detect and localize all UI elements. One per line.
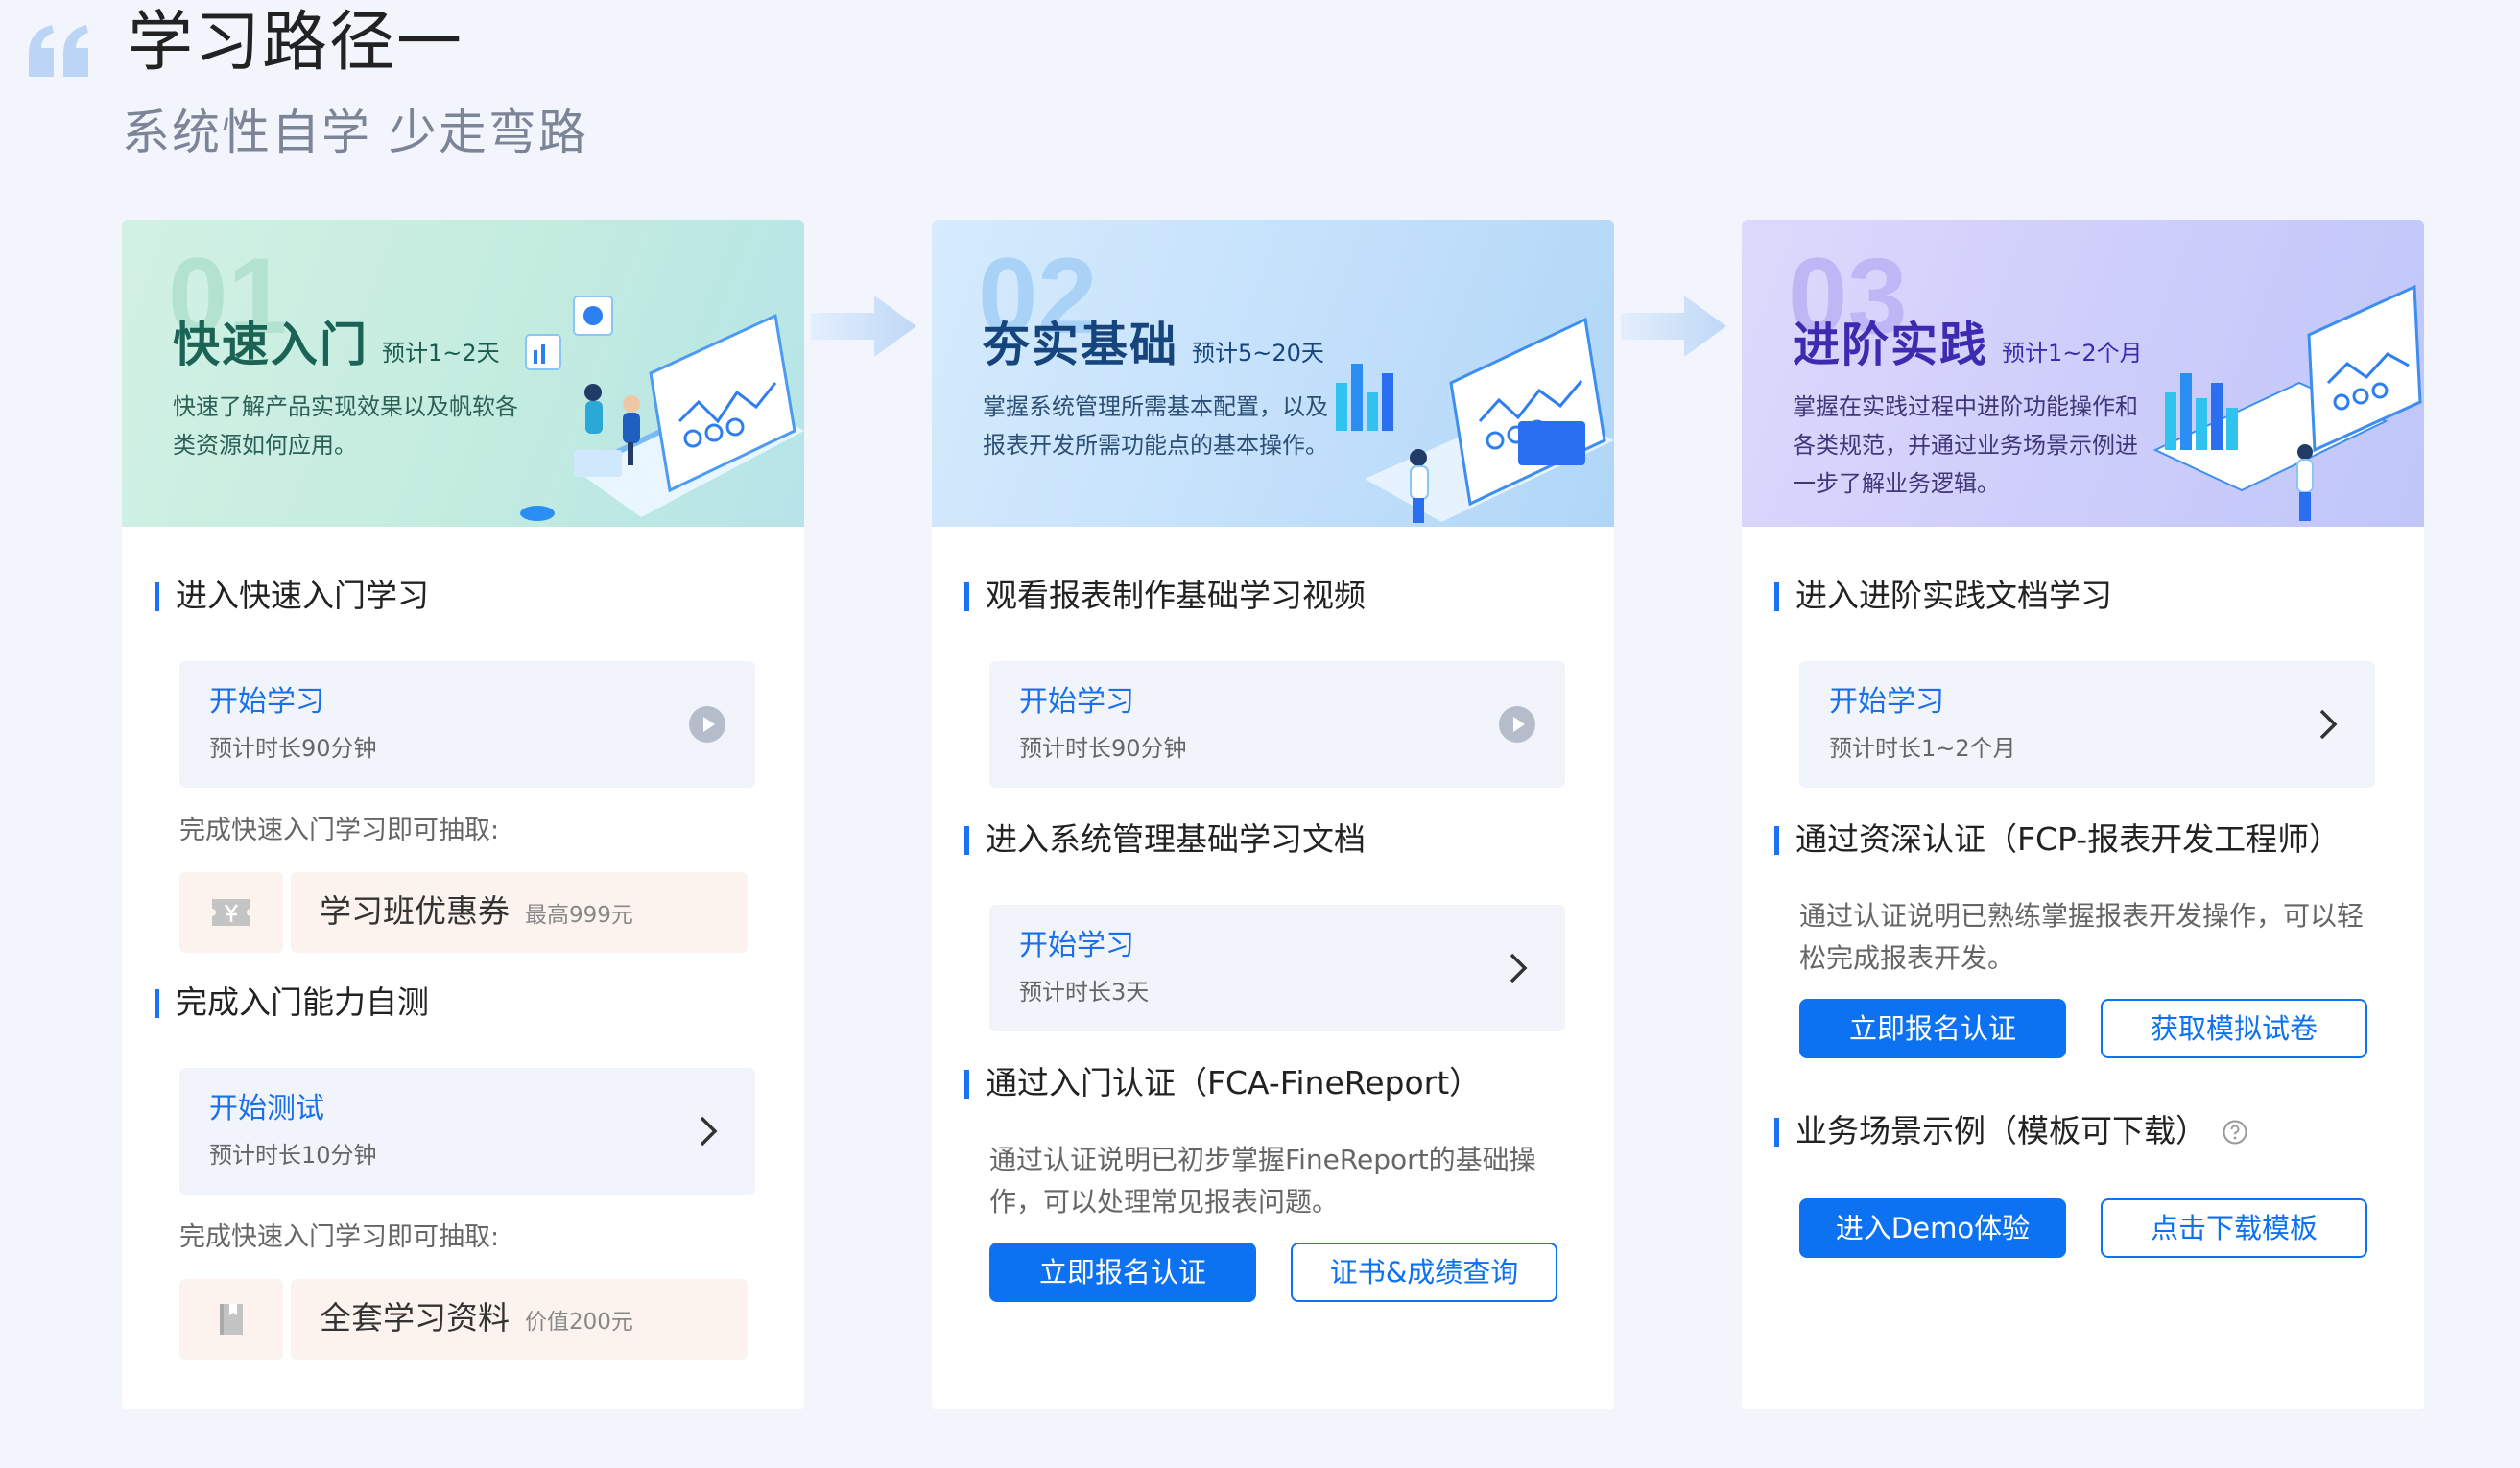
section-heading: 进入进阶实践文档学习: [1774, 575, 2112, 617]
download-template-button[interactable]: 点击下载模板: [2101, 1198, 2367, 1258]
section-heading: 进入快速入门学习: [155, 575, 429, 617]
reward-body: 全套学习资料 价值200元: [291, 1279, 748, 1360]
entry-duration: 预计时长90分钟: [209, 735, 377, 762]
reward-icon-box: [179, 1279, 283, 1360]
register-certification-button[interactable]: 立即报名认证: [1799, 999, 2066, 1058]
reward-icon-box: [179, 872, 283, 953]
step-header: 01 快速入门 预计1~2天 快速了解产品实现效果以及帆软各类资源如何应用。: [122, 220, 804, 527]
arrow-right-icon: [811, 296, 916, 357]
section-heading: 进入系统管理基础学习文档: [964, 818, 1366, 861]
reward-name: 全套学习资料: [320, 1299, 510, 1337]
reward-materials: 全套学习资料 价值200元: [179, 1279, 748, 1360]
section-heading: 完成入门能力自测: [155, 982, 429, 1024]
start-learning-entry[interactable]: 开始学习 预计时长90分钟: [989, 661, 1565, 788]
mock-exam-button[interactable]: 获取模拟试卷: [2101, 999, 2367, 1058]
reward-title: 学习班优惠券 最高999元: [320, 889, 633, 937]
start-test-entry[interactable]: 开始测试 预计时长10分钟: [179, 1068, 755, 1195]
entry-label: 开始学习: [1829, 685, 1944, 719]
dashboard-illustration-icon: [1336, 317, 1614, 523]
learning-illustration-icon: [520, 296, 804, 521]
step-header: 02 夯实基础 预计5~20天 掌握系统管理所需基本配置，以及报表开发所需功能点的…: [932, 220, 1614, 527]
certificate-query-button[interactable]: 证书&成绩查询: [1291, 1243, 1557, 1302]
certification-description: 通过认证说明已熟练掌握报表开发操作，可以轻松完成报表开发。: [1799, 900, 2365, 974]
ticket-icon: [212, 899, 250, 926]
step-description: 掌握系统管理所需基本配置，以及报表开发所需功能点的基本操作。: [983, 393, 1328, 459]
certification-description: 通过认证说明已初步掌握FineReport的基础操作，可以处理常见报表问题。: [989, 1144, 1536, 1218]
step-header: 03 进阶实践 预计1~2个月 掌握在实践过程中进阶功能操作和各类规范，并通过业务…: [1742, 220, 2424, 527]
quote-icon: [29, 25, 88, 77]
step-description: 掌握在实践过程中进阶功能操作和各类规范，并通过业务场景示例进一步了解业务逻辑。: [1793, 393, 2138, 497]
step-title-text: 快速入门: [173, 318, 369, 372]
step-estimate: 预计5~20天: [1192, 340, 1324, 367]
section-heading: 通过入门认证（FCA-FineReport）: [964, 1062, 1481, 1104]
entry-duration: 预计时长90分钟: [1019, 735, 1187, 762]
chevron-right-icon: [1510, 953, 1528, 983]
section-heading-text: 业务场景示例（模板可下载）: [1795, 1112, 2207, 1149]
step-description: 快速了解产品实现效果以及帆软各类资源如何应用。: [173, 393, 518, 459]
step-title-text: 夯实基础: [983, 318, 1179, 372]
step-card-advanced: 03 进阶实践 预计1~2个月 掌握在实践过程中进阶功能操作和各类规范，并通过业务…: [1742, 220, 2424, 1409]
start-learning-entry[interactable]: 开始学习 预计时长90分钟: [179, 661, 755, 788]
step-title: 夯实基础 预计5~20天: [983, 316, 1324, 383]
page-subtitle: 系统性自学 少走弯路: [122, 105, 588, 160]
step-title: 进阶实践 预计1~2个月: [1793, 316, 2143, 383]
arrow-right-icon: [1621, 296, 1726, 357]
practice-illustration-icon: [2152, 284, 2422, 521]
section-heading: 通过资深认证（FCP-报表开发工程师）: [1774, 818, 2341, 861]
reward-title: 全套学习资料 价值200元: [320, 1296, 633, 1344]
reward-note: 完成快速入门学习即可抽取:: [179, 816, 500, 845]
help-circle-icon[interactable]: [2223, 1120, 2247, 1145]
reward-note: 完成快速入门学习即可抽取:: [179, 1222, 500, 1252]
chevron-right-icon: [2319, 709, 2338, 740]
section-heading: 业务场景示例（模板可下载）: [1774, 1110, 2247, 1152]
entry-label: 开始学习: [1019, 929, 1134, 962]
step-estimate: 预计1~2个月: [2002, 340, 2143, 367]
entry-label: 开始测试: [209, 1092, 324, 1125]
step-title: 快速入门 预计1~2天: [173, 316, 500, 383]
step-title-text: 进阶实践: [1793, 318, 1989, 372]
entry-duration: 预计时长1~2个月: [1829, 735, 2016, 762]
register-certification-button[interactable]: 立即报名认证: [989, 1243, 1256, 1302]
start-learning-entry[interactable]: 开始学习 预计时长1~2个月: [1799, 661, 2375, 788]
demo-experience-button[interactable]: 进入Demo体验: [1799, 1198, 2066, 1258]
step-estimate: 预计1~2天: [382, 340, 500, 367]
reward-name: 学习班优惠券: [320, 892, 510, 930]
start-learning-entry[interactable]: 开始学习 预计时长3天: [989, 905, 1565, 1031]
play-circle-icon: [689, 706, 725, 743]
entry-label: 开始学习: [209, 685, 324, 719]
reward-body: 学习班优惠券 最高999元: [291, 872, 748, 953]
step-card-quickstart: 01 快速入门 预计1~2天 快速了解产品实现效果以及帆软各类资源如何应用。 进…: [122, 220, 804, 1409]
book-icon: [220, 1304, 243, 1335]
section-heading: 观看报表制作基础学习视频: [964, 575, 1366, 617]
reward-coupon: 学习班优惠券 最高999元: [179, 872, 748, 953]
reward-value: 价值200元: [525, 1310, 633, 1335]
entry-duration: 预计时长3天: [1019, 979, 1150, 1006]
chevron-right-icon: [700, 1116, 718, 1147]
reward-value: 最高999元: [525, 903, 633, 928]
entry-duration: 预计时长10分钟: [209, 1142, 377, 1169]
page-title: 学习路径一: [128, 5, 464, 81]
play-circle-icon: [1499, 706, 1535, 743]
entry-label: 开始学习: [1019, 685, 1134, 719]
step-card-foundation: 02 夯实基础 预计5~20天 掌握系统管理所需基本配置，以及报表开发所需功能点的…: [932, 220, 1614, 1409]
